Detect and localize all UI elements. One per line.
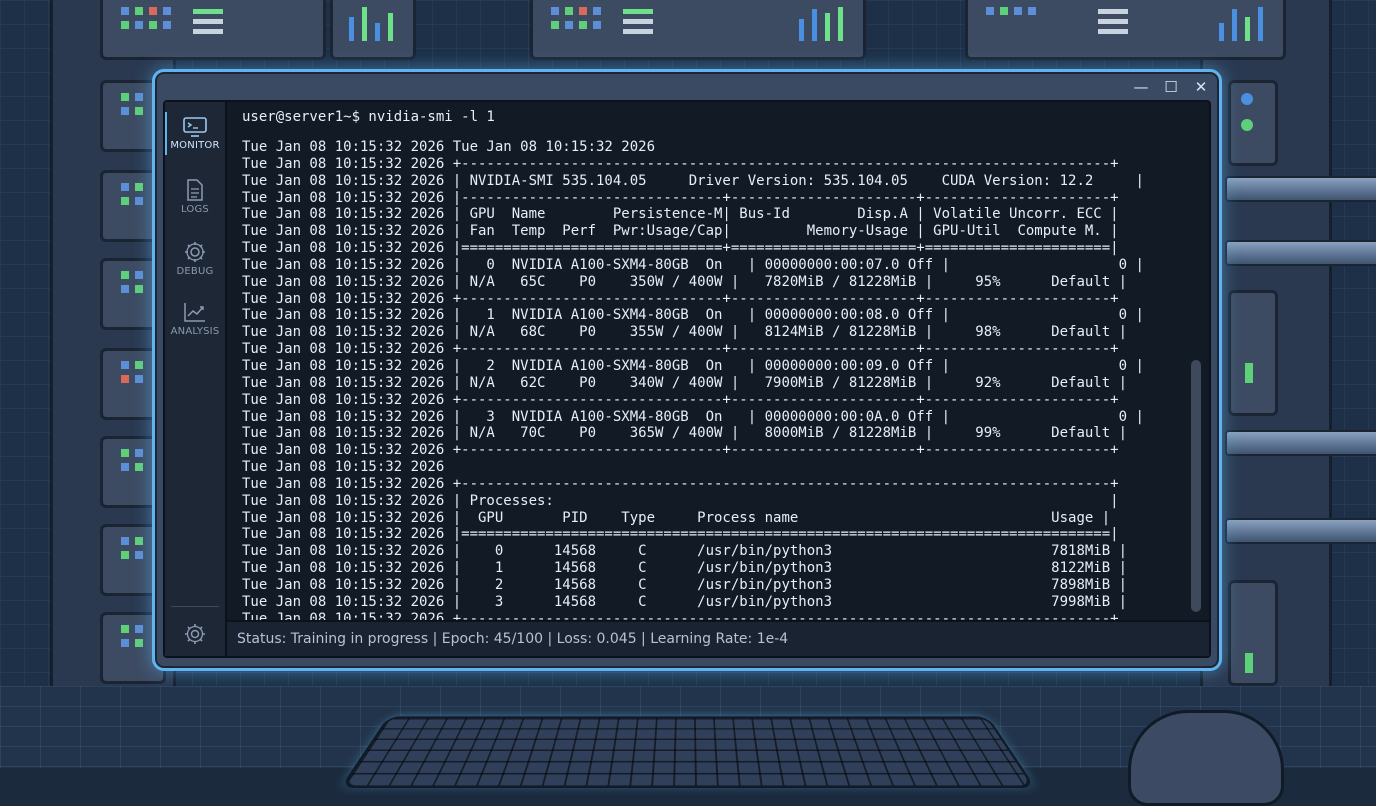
server-unit xyxy=(1228,290,1278,416)
sidebar-settings[interactable] xyxy=(165,622,225,646)
app-screen: MONITOR LOGS DEBUG ANALYSIS user@server1… xyxy=(163,100,1211,658)
terminal-line: Tue Jan 08 10:15:32 2026 | Processes: | xyxy=(242,493,1144,510)
terminal-line: Tue Jan 08 10:15:32 2026 | 3 14568 C /us… xyxy=(242,594,1144,611)
terminal-line: Tue Jan 08 10:15:32 2026 | 3 NVIDIA A100… xyxy=(242,409,1144,426)
terminal-line: Tue Jan 08 10:15:32 2026 | 2 14568 C /us… xyxy=(242,577,1144,594)
terminal-line: Tue Jan 08 10:15:32 2026 | 2 NVIDIA A100… xyxy=(242,358,1144,375)
sidebar: MONITOR LOGS DEBUG ANALYSIS xyxy=(165,102,227,656)
terminal-line: Tue Jan 08 10:15:32 2026 +--------------… xyxy=(242,442,1144,459)
terminal-line: Tue Jan 08 10:15:32 2026 +--------------… xyxy=(242,291,1144,308)
terminal-line: Tue Jan 08 10:15:32 2026 | N/A 70C P0 36… xyxy=(242,425,1144,442)
sidebar-divider xyxy=(171,606,219,607)
scrollbar[interactable] xyxy=(1191,360,1201,612)
close-button[interactable]: ✕ xyxy=(1193,78,1209,96)
sidebar-item-debug[interactable]: DEBUG xyxy=(165,240,225,277)
server-unit xyxy=(965,0,1286,60)
monitor-icon xyxy=(182,116,208,138)
terminal-line: Tue Jan 08 10:15:32 2026 | 0 NVIDIA A100… xyxy=(242,257,1144,274)
sidebar-item-analysis[interactable]: ANALYSIS xyxy=(165,300,225,337)
server-unit xyxy=(100,0,326,60)
terminal-line: Tue Jan 08 10:15:32 2026 | N/A 65C P0 35… xyxy=(242,274,1144,291)
terminal-line: Tue Jan 08 10:15:32 2026 | 1 14568 C /us… xyxy=(242,560,1144,577)
settings-gear-icon xyxy=(183,622,207,646)
terminal-line: Tue Jan 08 10:15:32 2026 +--------------… xyxy=(242,476,1144,493)
terminal-line: Tue Jan 08 10:15:32 2026 | Fan Temp Perf… xyxy=(242,223,1144,240)
terminal-line: Tue Jan 08 10:15:32 2026 +--------------… xyxy=(242,156,1144,173)
cable-pipe xyxy=(1225,518,1376,544)
sidebar-item-label: MONITOR xyxy=(165,140,225,151)
terminal-line: Tue Jan 08 10:15:32 2026 | NVIDIA-SMI 53… xyxy=(242,173,1144,190)
terminal-line: Tue Jan 08 10:15:32 2026 xyxy=(242,459,1144,476)
window-controls: — ☐ ✕ xyxy=(1133,78,1209,96)
server-unit xyxy=(1228,580,1278,686)
terminal-line: Tue Jan 08 10:15:32 2026 +--------------… xyxy=(242,392,1144,409)
sidebar-item-monitor[interactable]: MONITOR xyxy=(165,116,225,151)
maximize-button[interactable]: ☐ xyxy=(1163,78,1179,96)
terminal-line: Tue Jan 08 10:15:32 2026 Tue Jan 08 10:1… xyxy=(242,139,1144,156)
gear-icon xyxy=(183,240,207,264)
monitor-window: — ☐ ✕ MONITOR LOGS DEBUG ANALYSIS user@s… xyxy=(152,69,1222,671)
sidebar-item-logs[interactable]: LOGS xyxy=(165,178,225,215)
keyboard xyxy=(340,716,1036,788)
chart-icon xyxy=(182,300,208,324)
terminal-line: Tue Jan 08 10:15:32 2026 | N/A 68C P0 35… xyxy=(242,324,1144,341)
terminal-line: Tue Jan 08 10:15:32 2026 | GPU PID Type … xyxy=(242,510,1144,527)
server-unit xyxy=(330,0,416,60)
terminal-line: Tue Jan 08 10:15:32 2026 | N/A 62C P0 34… xyxy=(242,375,1144,392)
server-unit xyxy=(530,0,866,60)
computer-mouse xyxy=(1128,710,1284,806)
terminal-line: Tue Jan 08 10:15:32 2026 |--------------… xyxy=(242,190,1144,207)
terminal-prompt: user@server1~$ nvidia-smi -l 1 xyxy=(242,109,495,126)
cable-pipe xyxy=(1225,176,1376,202)
status-bar: Status: Training in progress | Epoch: 45… xyxy=(227,620,1209,656)
terminal-line: Tue Jan 08 10:15:32 2026 |==============… xyxy=(242,240,1144,257)
sidebar-item-label: DEBUG xyxy=(165,266,225,277)
server-unit xyxy=(1228,80,1278,166)
terminal-output[interactable]: user@server1~$ nvidia-smi -l 1 Tue Jan 0… xyxy=(227,102,1209,624)
sidebar-item-label: ANALYSIS xyxy=(165,326,225,337)
terminal-lines: Tue Jan 08 10:15:32 2026 Tue Jan 08 10:1… xyxy=(242,139,1144,627)
terminal-line: Tue Jan 08 10:15:32 2026 | GPU Name Pers… xyxy=(242,206,1144,223)
document-icon xyxy=(184,178,206,202)
terminal-line: Tue Jan 08 10:15:32 2026 | 1 NVIDIA A100… xyxy=(242,307,1144,324)
terminal-line: Tue Jan 08 10:15:32 2026 +--------------… xyxy=(242,341,1144,358)
cable-pipe xyxy=(1225,240,1376,266)
terminal-line: Tue Jan 08 10:15:32 2026 | 0 14568 C /us… xyxy=(242,543,1144,560)
sidebar-item-label: LOGS xyxy=(165,204,225,215)
minimize-button[interactable]: — xyxy=(1133,78,1149,96)
terminal-line: Tue Jan 08 10:15:32 2026 |==============… xyxy=(242,526,1144,543)
cable-pipe xyxy=(1225,430,1376,456)
